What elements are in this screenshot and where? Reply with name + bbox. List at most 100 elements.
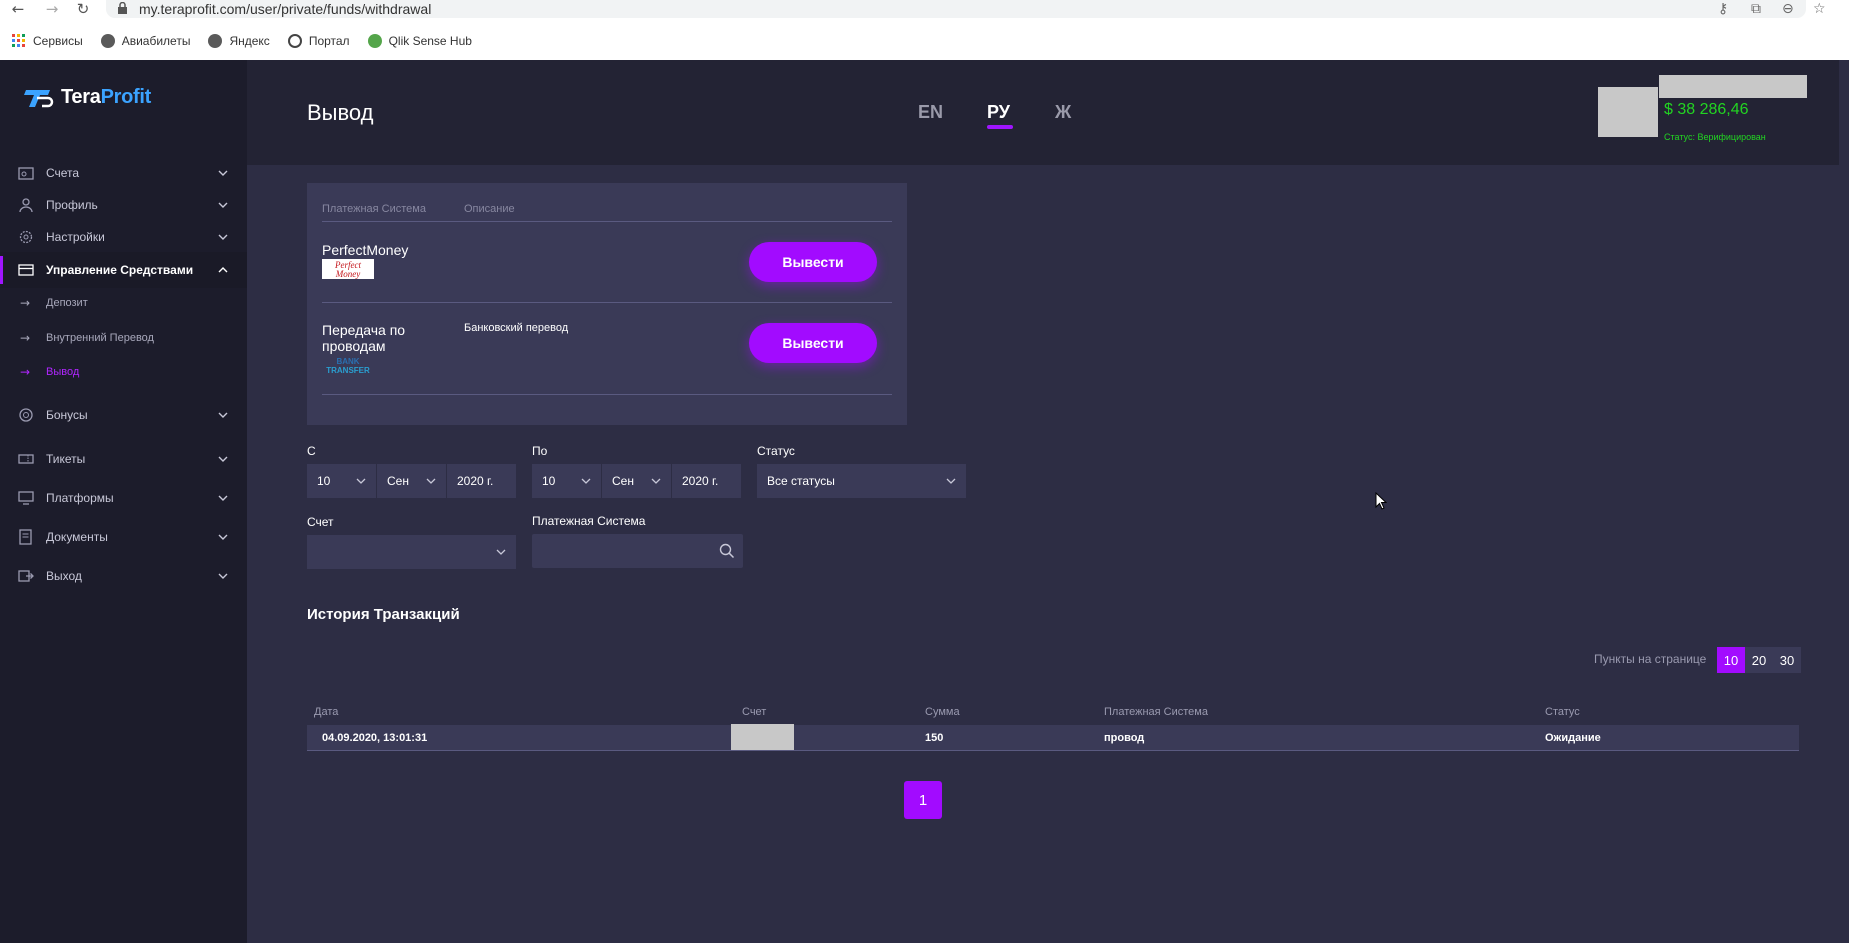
sidebar-item-documents[interactable]: Документы (0, 519, 247, 555)
profile-icon (19, 198, 33, 213)
account-select[interactable] (307, 535, 517, 569)
cell-payment-system: провод (1104, 732, 1145, 744)
apps-grid-icon (12, 34, 25, 47)
column-header-date[interactable]: Дата (314, 706, 338, 718)
column-header-account[interactable]: Счет (742, 706, 766, 718)
sidebar-item-accounts[interactable]: Счета (0, 155, 247, 191)
sidebar-item-label: Платформы (46, 491, 114, 505)
divider (322, 394, 892, 395)
column-header-amount[interactable]: Сумма (925, 706, 960, 718)
sidebar-subitem-withdrawal[interactable]: → Вывод (0, 358, 247, 386)
sidebar-subitem-deposit[interactable]: → Депозит (0, 289, 247, 317)
sidebar-item-label: Документы (46, 530, 108, 544)
column-header-payment-system[interactable]: Платежная Система (1104, 706, 1208, 718)
bookmark-yandex[interactable]: Яндекс (208, 34, 270, 48)
sidebar-subitem-internal-transfer[interactable]: → Внутренний Перевод (0, 324, 247, 352)
teraprofit-logo-icon (24, 89, 54, 107)
payment-system-name: PerfectMoney (322, 242, 409, 258)
globe-icon (100, 34, 115, 48)
sidebar-item-label: Счета (46, 166, 80, 180)
forward-arrow-icon[interactable]: → (42, 0, 62, 18)
sidebar-item-tickets[interactable]: Тикеты (0, 441, 247, 477)
chevron-down-icon (218, 456, 228, 462)
bookmark-qlik[interactable]: Qlik Sense Hub (367, 34, 472, 48)
sidebar-item-label: Управление Средствами (46, 263, 194, 277)
sidebar-item-bonuses[interactable]: Бонусы (0, 397, 247, 433)
cell-date: 04.09.2020, 13:01:31 (322, 732, 428, 744)
from-day-select[interactable]: 10 (307, 464, 377, 498)
per-page-20[interactable]: 20 (1745, 647, 1773, 673)
from-month-select[interactable]: Сен (377, 464, 447, 498)
cell-status: Ожидание (1545, 732, 1601, 744)
tickets-icon (18, 454, 34, 464)
translate-icon[interactable]: ⧉ (1751, 0, 1761, 18)
sidebar-item-logout[interactable]: Выход (0, 558, 247, 594)
lock-icon (118, 2, 127, 14)
user-name-redacted (1659, 75, 1807, 98)
withdraw-button-perfectmoney[interactable]: Вывести (749, 242, 877, 282)
perfect-money-logo-icon: Perfect Money (322, 259, 374, 279)
star-icon[interactable]: ☆ (1813, 0, 1826, 18)
chevron-down-icon (218, 534, 228, 540)
chevron-down-icon (218, 573, 228, 579)
svg-text:Money: Money (335, 269, 361, 279)
filter-account-label: Счет (307, 515, 334, 529)
cell-account-redacted (731, 724, 794, 750)
sidebar-item-funds[interactable]: Управление Средствами (0, 252, 247, 288)
sidebar-item-label: Бонусы (46, 408, 88, 422)
filter-from-label: С (307, 444, 316, 458)
select-value: 2020 г. (457, 474, 494, 488)
mouse-cursor-icon (1375, 492, 1387, 510)
lang-en[interactable]: EN (918, 102, 943, 123)
search-icon[interactable] (719, 543, 735, 559)
status-select[interactable]: Все статусы (757, 464, 967, 498)
globe-icon (208, 34, 223, 48)
avatar[interactable] (1598, 87, 1658, 137)
settings-icon (19, 230, 33, 244)
column-header-status[interactable]: Статус (1545, 706, 1580, 718)
browser-chrome: ← → ↻ my.teraprofit.com/user/private/fun… (0, 0, 1849, 60)
reload-icon[interactable]: ↻ (73, 0, 93, 18)
to-year-select[interactable]: 2020 г. (672, 464, 742, 498)
withdraw-button-bank-transfer[interactable]: Вывести (749, 323, 877, 363)
filter-payment-system-label: Платежная Система (532, 514, 646, 528)
chevron-down-icon (426, 478, 436, 484)
to-month-select[interactable]: Сен (602, 464, 672, 498)
sidebar-item-settings[interactable]: Настройки (0, 219, 247, 255)
payment-systems-panel: Платежная Система Описание PerfectMoney … (307, 183, 907, 425)
svg-text:TRANSFER: TRANSFER (326, 366, 370, 375)
sidebar-subitem-label: Депозит (46, 297, 88, 309)
pagination-page-1[interactable]: 1 (904, 781, 942, 819)
logo[interactable]: TeraProfit (22, 86, 151, 109)
sidebar-item-platforms[interactable]: Платформы (0, 480, 247, 516)
per-page-10[interactable]: 10 (1717, 647, 1745, 673)
chevron-down-icon (946, 478, 956, 484)
arrow-right-icon: → (20, 331, 31, 345)
chevron-down-icon (651, 478, 661, 484)
zoom-icon[interactable]: ⊖ (1782, 0, 1794, 18)
bookmark-portal[interactable]: Портал (287, 34, 350, 48)
sidebar-item-profile[interactable]: Профиль (0, 187, 247, 223)
bookmark-services[interactable]: Сервисы (12, 34, 83, 48)
logout-icon (18, 570, 34, 582)
chevron-down-icon (218, 202, 228, 208)
lang-ru[interactable]: РУ (987, 102, 1010, 123)
from-year-select[interactable]: 2020 г. (447, 464, 517, 498)
sidebar-item-label: Выход (46, 569, 82, 583)
sidebar: TeraProfit Счета Профиль Настройки Управ… (0, 60, 247, 943)
back-arrow-icon[interactable]: ← (8, 0, 28, 18)
accounts-icon (18, 167, 34, 180)
bookmark-label: Портал (308, 34, 350, 48)
to-day-select[interactable]: 10 (532, 464, 602, 498)
bookmark-flights[interactable]: Авиабилеты (100, 34, 190, 48)
key-icon[interactable]: ⚷ (1718, 0, 1728, 18)
per-page-30[interactable]: 30 (1773, 647, 1801, 673)
bank-transfer-logo-icon: BANK TRANSFER (322, 355, 374, 375)
column-header-description: Описание (464, 203, 515, 215)
chevron-down-icon (496, 549, 506, 555)
payment-system-search-input[interactable] (532, 534, 743, 568)
url-text[interactable]: my.teraprofit.com/user/private/funds/wit… (139, 1, 431, 17)
table-row[interactable]: 04.09.2020, 13:01:31 150 провод Ожидание (307, 724, 1799, 751)
lang-zh[interactable]: Ж (1055, 102, 1071, 123)
select-value: Сен (612, 474, 634, 488)
